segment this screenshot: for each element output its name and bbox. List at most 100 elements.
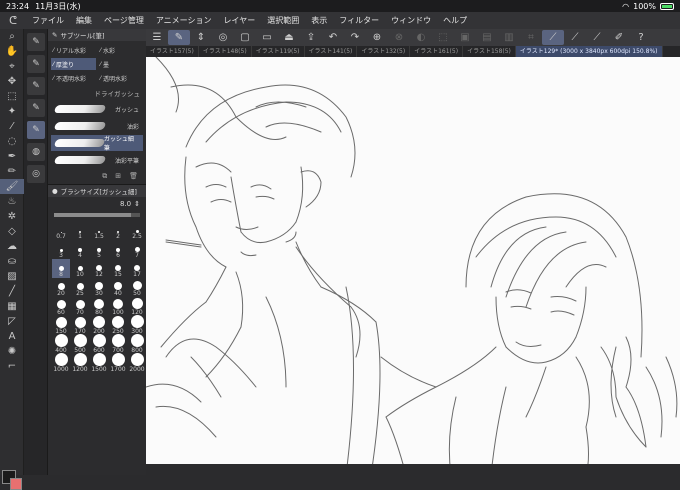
tab-doc-6[interactable]: イラスト161(5) [410,46,464,57]
transform-icon[interactable]: ⬚ [432,30,454,45]
brush-size-option[interactable]: 400 [52,334,70,354]
brush-oil[interactable]: 油彩 [51,118,143,134]
subtool-tab-opaque-watercolor[interactable]: ⁄ 不透明水彩 [51,72,96,84]
special-ruler-icon[interactable]: ⟋ [564,30,586,45]
brush-size-option[interactable]: 6 [109,240,127,259]
brush-group-icon-1[interactable]: ✎ [27,33,45,51]
delete-subtool-icon[interactable]: 🗑 [129,172,138,181]
pen-tool-button-icon[interactable]: ✎ [168,30,190,45]
brush-size-option[interactable]: 2.5 [128,221,146,240]
brush-size-option[interactable]: 10 [71,259,89,278]
tab-doc-3[interactable]: イラスト119(5) [252,46,305,57]
brush-size-option[interactable]: 70 [71,297,89,316]
color-swatch[interactable] [2,470,22,490]
duplicate-subtool-icon[interactable]: ⧉ [102,172,107,181]
brush-size-option[interactable]: 40 [109,278,127,297]
brush-size-option[interactable]: 80 [90,297,108,316]
hand-icon[interactable]: ✋ [0,44,24,59]
brush-size-value[interactable]: 8.0 [120,200,131,208]
brush-size-option[interactable]: 20 [52,278,70,297]
menu-window[interactable]: ウィンドウ [385,15,437,26]
tab-doc-2[interactable]: イラスト148(5) [199,46,252,57]
invert-icon[interactable]: ▥ [498,30,520,45]
figure-icon[interactable]: ╱ [0,284,24,299]
brush-group-icon-3[interactable]: ✎ [27,77,45,95]
export-icon[interactable]: ⇪ [300,30,322,45]
brush-size-option[interactable]: 2 [109,221,127,240]
blend-icon[interactable]: ☁ [0,239,24,254]
operation-icon[interactable]: ⌖ [0,59,24,74]
subtool-tab-transparent-watercolor[interactable]: ⁄ 透明水彩 [98,72,143,84]
frame-icon[interactable]: ▦ [0,299,24,314]
brush-size-option[interactable]: 250 [109,316,127,335]
redo-icon[interactable]: ↷ [344,30,366,45]
brush-size-option[interactable]: 1000 [52,353,70,373]
auto-select-icon[interactable]: ✦ [0,104,24,119]
menu-help[interactable]: ヘルプ [437,15,473,26]
brush-group-icon-7[interactable]: ◎ [27,165,45,183]
tab-doc-1[interactable]: イラスト157(5) [146,46,199,57]
brush-size-option[interactable]: 120 [128,297,146,316]
snap-icon[interactable]: ⊕ [366,30,388,45]
deselect-icon[interactable]: ▤ [476,30,498,45]
decoration-icon[interactable]: ✲ [0,209,24,224]
brush-size-option[interactable]: 7 [128,240,146,259]
move-layer-icon[interactable]: ✥ [0,74,24,89]
drawing-canvas[interactable] [146,57,680,475]
brush-gouache[interactable]: ガッシュ [51,101,143,117]
brush-oil-flat[interactable]: 油彩平筆 [51,152,143,168]
select-all-icon[interactable]: ▣ [454,30,476,45]
undo-icon[interactable]: ↶ [322,30,344,45]
brush-size-option[interactable]: 300 [128,315,146,335]
sub-color-icon[interactable] [10,478,22,490]
zoom-icon[interactable]: ⌕ [0,29,24,44]
brush-size-option[interactable]: 3 [52,240,70,259]
brush-size-option[interactable]: 17 [128,259,146,278]
chevron-updown-icon[interactable]: ⇕ [134,200,140,208]
lasso-icon[interactable]: ◌ [0,134,24,149]
tab-doc-7[interactable]: イラスト158(5) [463,46,516,57]
stepper-icon[interactable]: ⇕ [190,30,212,45]
brush-size-option[interactable]: 60 [52,297,70,316]
text-icon[interactable]: A [0,329,24,344]
new-file-icon[interactable]: ▢ [234,30,256,45]
tab-doc-active[interactable]: イラスト129* (3000 x 3840px 600dpi 150.8%) [515,46,663,57]
subtool-tab-ink[interactable]: ⁄ 墨 [98,58,143,70]
brush-size-option[interactable]: 1500 [90,353,108,373]
brush-size-option[interactable]: 1700 [109,353,127,373]
brush-size-option[interactable]: 12 [90,259,108,278]
tab-doc-4[interactable]: イラスト141(5) [305,46,358,57]
menu-selection[interactable]: 選択範囲 [261,15,305,26]
subtool-tab-watercolor[interactable]: ⁄ 水彩 [98,44,143,56]
brush-size-slider[interactable] [54,213,140,217]
open-file-icon[interactable]: ▭ [256,30,278,45]
save-icon[interactable]: ⏏ [278,30,300,45]
tab-doc-5[interactable]: イラスト132(5) [357,46,411,57]
ruler-icon[interactable]: ◸ [0,314,24,329]
brush-size-option[interactable]: 30 [90,278,108,297]
brush-size-option[interactable]: 5 [90,240,108,259]
pen-icon[interactable]: ✒ [0,149,24,164]
brush-size-option[interactable]: 170 [71,316,89,335]
correction-icon[interactable]: ⌐ [0,359,24,374]
hamburger-menu-icon[interactable]: ☰ [146,30,168,45]
airbrush-icon[interactable]: ♨ [0,194,24,209]
subtool-tab-thick-paint[interactable]: ⁄ 厚塗り [51,58,96,70]
brush-size-option[interactable]: 8 [52,259,70,278]
brush-size-option[interactable]: 25 [71,278,89,297]
menu-layer[interactable]: レイヤー [218,15,262,26]
brush-size-option[interactable]: 50 [128,278,146,297]
brush-size-option[interactable]: 1200 [71,353,89,373]
brush-size-option[interactable]: 1 [71,221,89,240]
selection-icon[interactable]: ⬚ [0,89,24,104]
pencil-icon[interactable]: ✏ [0,164,24,179]
brush-size-option[interactable]: 700 [109,334,127,354]
gradient-icon[interactable]: ▨ [0,269,24,284]
brush-size-option[interactable]: 15 [109,259,127,278]
menu-filter[interactable]: フィルター [333,15,385,26]
brush-group-icon-5[interactable]: ✎ [27,121,45,139]
brush-group-icon-6[interactable]: ◍ [27,143,45,161]
grid-snap-icon[interactable]: ⟋ [586,30,608,45]
brush-group-icon-2[interactable]: ✎ [27,55,45,73]
share-icon[interactable]: ✐ [608,30,630,45]
